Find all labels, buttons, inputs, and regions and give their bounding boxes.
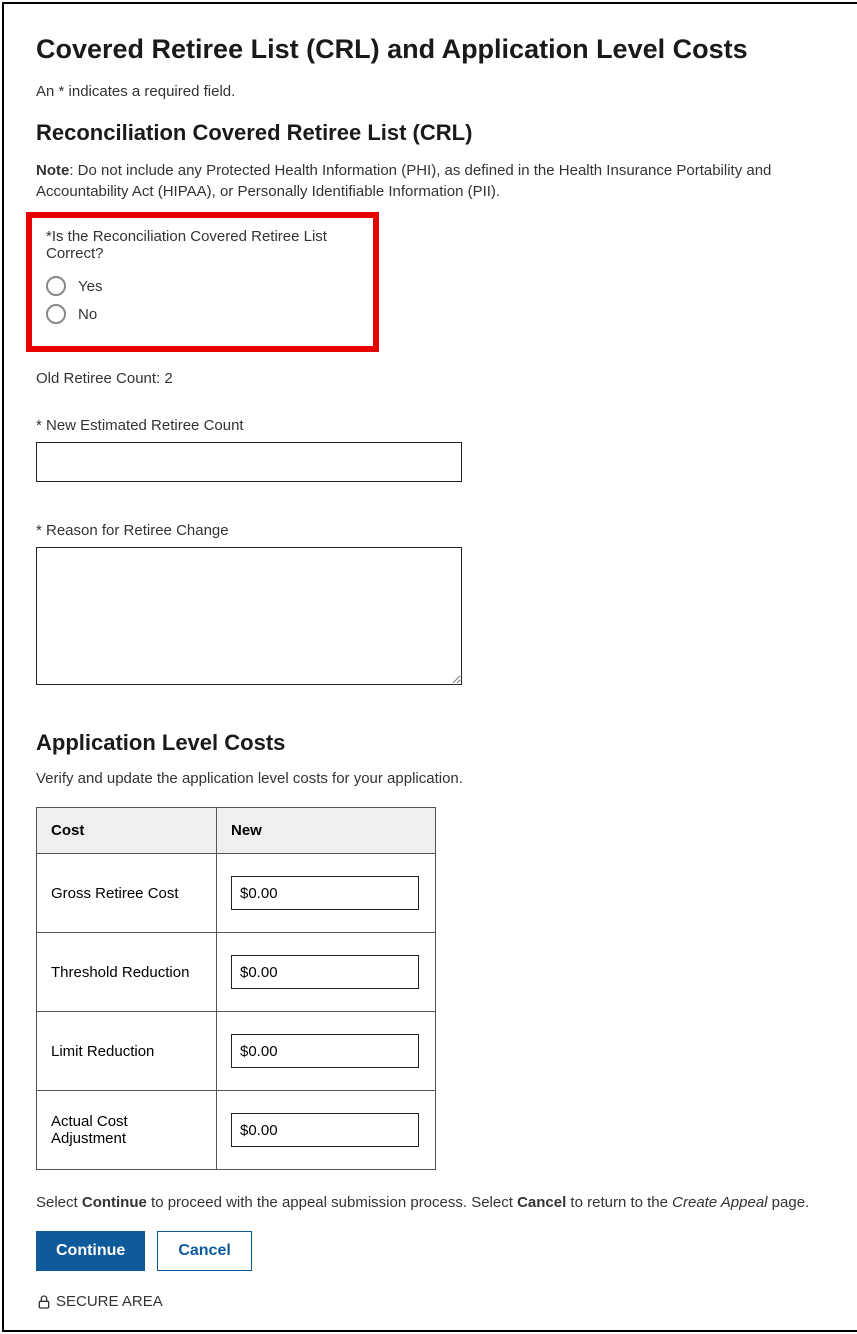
required-field-note: An * indicates a required field. bbox=[36, 83, 825, 100]
reason-change-label: * Reason for Retiree Change bbox=[36, 522, 825, 539]
radio-label-no: No bbox=[78, 306, 97, 323]
cancel-button[interactable]: Cancel bbox=[157, 1231, 251, 1271]
cost-label: Gross Retiree Cost bbox=[37, 854, 217, 933]
col-header-new: New bbox=[217, 808, 436, 854]
table-row: Gross Retiree Cost bbox=[37, 854, 436, 933]
highlighted-question-box: *Is the Reconciliation Covered Retiree L… bbox=[26, 212, 379, 352]
page-title: Covered Retiree List (CRL) and Applicati… bbox=[36, 34, 825, 65]
note-rest: : Do not include any Protected Health In… bbox=[36, 162, 771, 200]
table-row: Limit Reduction bbox=[37, 1012, 436, 1091]
reason-change-textarea[interactable] bbox=[36, 547, 462, 685]
secure-area-footer: SECURE AREA bbox=[36, 1293, 825, 1310]
section-costs-heading: Application Level Costs bbox=[36, 730, 825, 756]
gross-retiree-cost-input[interactable] bbox=[231, 876, 419, 910]
cost-table: Cost New Gross Retiree Cost Threshold Re… bbox=[36, 807, 436, 1170]
costs-subtext: Verify and update the application level … bbox=[36, 770, 825, 787]
continue-cancel-instruction: Select Continue to proceed with the appe… bbox=[36, 1194, 825, 1211]
new-retiree-count-input[interactable] bbox=[36, 442, 462, 482]
continue-button[interactable]: Continue bbox=[36, 1231, 145, 1271]
radio-icon bbox=[46, 304, 66, 324]
table-row: Threshold Reduction bbox=[37, 933, 436, 1012]
crl-correct-question: *Is the Reconciliation Covered Retiree L… bbox=[46, 228, 359, 262]
phi-note: Note: Do not include any Protected Healt… bbox=[36, 160, 825, 202]
cost-label: Limit Reduction bbox=[37, 1012, 217, 1091]
radio-label-yes: Yes bbox=[78, 278, 102, 295]
col-header-cost: Cost bbox=[37, 808, 217, 854]
old-retiree-count: Old Retiree Count: 2 bbox=[36, 370, 825, 387]
section-crl-heading: Reconciliation Covered Retiree List (CRL… bbox=[36, 120, 825, 146]
actual-cost-adjustment-input[interactable] bbox=[231, 1113, 419, 1147]
button-row: Continue Cancel bbox=[36, 1231, 825, 1271]
limit-reduction-input[interactable] bbox=[231, 1034, 419, 1068]
page-container: Covered Retiree List (CRL) and Applicati… bbox=[2, 2, 857, 1332]
radio-option-yes[interactable]: Yes bbox=[46, 276, 359, 296]
table-row: Actual Cost Adjustment bbox=[37, 1091, 436, 1170]
note-bold: Note bbox=[36, 162, 69, 179]
radio-icon bbox=[46, 276, 66, 296]
cost-label: Threshold Reduction bbox=[37, 933, 217, 1012]
threshold-reduction-input[interactable] bbox=[231, 955, 419, 989]
lock-icon bbox=[36, 1294, 52, 1310]
secure-area-label: SECURE AREA bbox=[56, 1293, 163, 1310]
radio-option-no[interactable]: No bbox=[46, 304, 359, 324]
new-retiree-count-label: * New Estimated Retiree Count bbox=[36, 417, 825, 434]
cost-label: Actual Cost Adjustment bbox=[37, 1091, 217, 1170]
